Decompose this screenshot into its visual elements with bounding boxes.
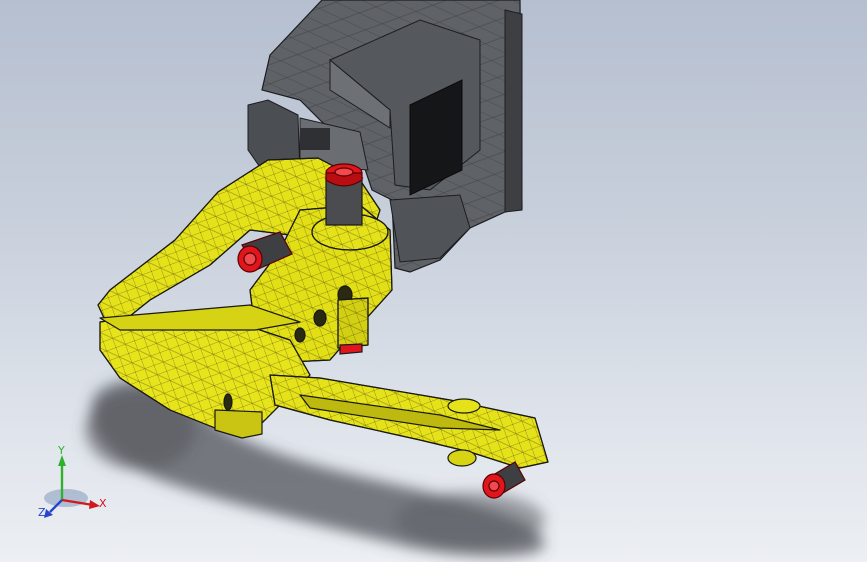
- robot-arm-model[interactable]: [0, 0, 867, 562]
- z-axis-label: Z: [38, 506, 46, 519]
- axis-triad: [44, 455, 100, 518]
- y-axis-label: Y: [58, 444, 65, 457]
- x-axis-label: X: [99, 497, 107, 510]
- cad-model-viewport[interactable]: Y X Z: [0, 0, 867, 562]
